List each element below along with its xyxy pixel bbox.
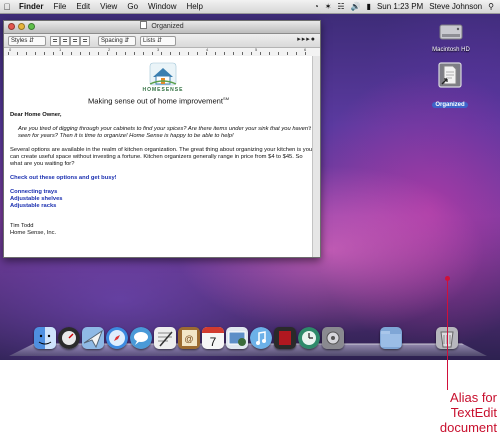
ruler-number: 3 xyxy=(157,47,160,52)
menu-edit[interactable]: Edit xyxy=(71,2,95,11)
iphoto-dock-icon[interactable] xyxy=(226,327,248,349)
front-row-dock-icon[interactable] xyxy=(274,327,296,349)
tagline: Making sense out of home improvementSM xyxy=(4,96,313,106)
vertical-scrollbar[interactable] xyxy=(312,56,320,257)
menu-bar:  Finder File Edit View Go Window Help ◔… xyxy=(0,0,500,14)
link-adjustable-shelves[interactable]: Adjustable shelves xyxy=(10,196,63,203)
svg-text:7: 7 xyxy=(210,335,217,349)
ical-dock-icon[interactable]: 7 xyxy=(202,327,224,349)
align-center-button[interactable] xyxy=(60,36,70,46)
textedit-dock-icon[interactable] xyxy=(154,327,176,349)
link-adjustable-racks[interactable]: Adjustable racks xyxy=(10,203,56,210)
popup-arrows-icon: ⇵ xyxy=(29,38,35,44)
organized-alias-icon[interactable]: Organized xyxy=(425,62,475,111)
popup-arrows-icon: ⇵ xyxy=(124,38,130,44)
ruler-number: 2 xyxy=(108,47,111,52)
styles-label: Styles xyxy=(11,38,28,44)
align-left-button[interactable] xyxy=(50,36,60,46)
apple-menu-icon[interactable]:  xyxy=(0,2,14,12)
check-out-line: Check out these options and get busy! xyxy=(10,175,117,181)
callout-line-3: document xyxy=(439,420,497,435)
spotlight-icon[interactable]: ⚲ xyxy=(488,2,494,11)
house-logo-icon xyxy=(149,62,177,86)
callout-line-1: Alias for xyxy=(450,390,497,405)
itunes-dock-icon[interactable] xyxy=(250,327,272,349)
applications-folder-dock-icon[interactable] xyxy=(380,327,402,349)
signature-company: Home Sense, Inc. xyxy=(10,230,57,236)
tab-stops-icon[interactable]: ▸▸▸● xyxy=(297,35,316,43)
document-alias-icon xyxy=(438,62,462,88)
hard-drive-icon xyxy=(439,24,463,40)
menu-user[interactable]: Steve Johnson xyxy=(429,2,482,11)
callout-line xyxy=(447,278,448,390)
svg-text:@: @ xyxy=(184,334,193,344)
time-machine-menu-icon[interactable]: ◔ xyxy=(314,2,319,11)
wifi-icon[interactable]: ☵ xyxy=(337,2,344,11)
volume-icon[interactable]: 🔊 xyxy=(351,2,361,11)
menu-help[interactable]: Help xyxy=(181,2,207,11)
dashboard-dock-icon[interactable] xyxy=(58,327,80,349)
menu-go[interactable]: Go xyxy=(122,2,143,11)
ruler-number: 0 xyxy=(9,47,12,52)
organized-alias-label: Organized xyxy=(432,102,468,108)
menu-window[interactable]: Window xyxy=(143,2,181,11)
styles-popup[interactable]: Styles ⇵ xyxy=(8,36,46,46)
spacing-popup[interactable]: Spacing ⇵ xyxy=(98,36,136,46)
window-title: Organized xyxy=(151,23,184,30)
safari-dock-icon[interactable] xyxy=(106,327,128,349)
document-text-area[interactable]: HOMESENSE Making sense out of home impro… xyxy=(4,56,313,257)
menu-clock[interactable]: Sun 1:23 PM xyxy=(377,2,423,11)
menu-file[interactable]: File xyxy=(48,2,71,11)
mail-dock-icon[interactable] xyxy=(82,327,104,349)
macintosh-hd-icon[interactable]: Macintosh HD xyxy=(426,22,476,53)
lists-popup[interactable]: Lists ⇵ xyxy=(140,36,176,46)
logo-text: HOMESENSE xyxy=(142,87,184,93)
link-connecting-trays[interactable]: Connecting trays xyxy=(10,189,57,196)
window-titlebar[interactable]: Organized xyxy=(4,21,320,34)
lists-label: Lists xyxy=(143,38,156,44)
system-preferences-dock-icon[interactable] xyxy=(322,327,344,349)
menu-view[interactable]: View xyxy=(95,2,122,11)
popup-arrows-icon: ⇵ xyxy=(157,38,163,44)
paragraph-1: Are you tired of digging through your ca… xyxy=(18,126,311,139)
align-justify-button[interactable] xyxy=(70,36,80,46)
signature-name: Tim Todd xyxy=(10,223,34,229)
ichat-dock-icon[interactable] xyxy=(130,327,152,349)
align-right-button[interactable] xyxy=(80,36,90,46)
callout-line-2: TextEdit xyxy=(450,405,497,420)
callout-text: Alias for TextEdit document xyxy=(428,390,500,435)
textedit-window: Organized Styles ⇵ Spacing ⇵ Lists ⇵ ▸▸▸… xyxy=(3,20,321,258)
ruler-number: 1 xyxy=(59,47,62,52)
greeting: Dear Home Owner, xyxy=(10,112,62,118)
menu-finder[interactable]: Finder xyxy=(14,2,48,11)
address-book-dock-icon[interactable]: @ xyxy=(178,327,200,349)
document-proxy-icon[interactable] xyxy=(140,21,148,29)
ruler-number: 6 xyxy=(304,47,307,52)
finder-dock-icon[interactable] xyxy=(34,327,56,349)
spacing-label: Spacing xyxy=(101,38,123,44)
desktop[interactable]:  Finder File Edit View Go Window Help ◔… xyxy=(0,0,500,360)
paragraph-2: Several options are available in the rea… xyxy=(10,147,313,167)
home-sense-logo: HOMESENSE xyxy=(140,62,186,96)
macintosh-hd-label: Macintosh HD xyxy=(432,47,470,53)
bluetooth-icon[interactable]: ✶ xyxy=(325,2,332,11)
ruler-number: 5 xyxy=(255,47,258,52)
format-bar: Styles ⇵ Spacing ⇵ Lists ⇵ ▸▸▸● xyxy=(4,34,320,48)
battery-icon[interactable]: ▮ xyxy=(367,2,371,11)
dock xyxy=(9,343,487,356)
time-machine-dock-icon[interactable] xyxy=(298,327,320,349)
tagline-sup: SM xyxy=(223,96,230,101)
ruler-number: 4 xyxy=(206,47,209,52)
tagline-text: Making sense out of home improvement xyxy=(87,96,224,106)
